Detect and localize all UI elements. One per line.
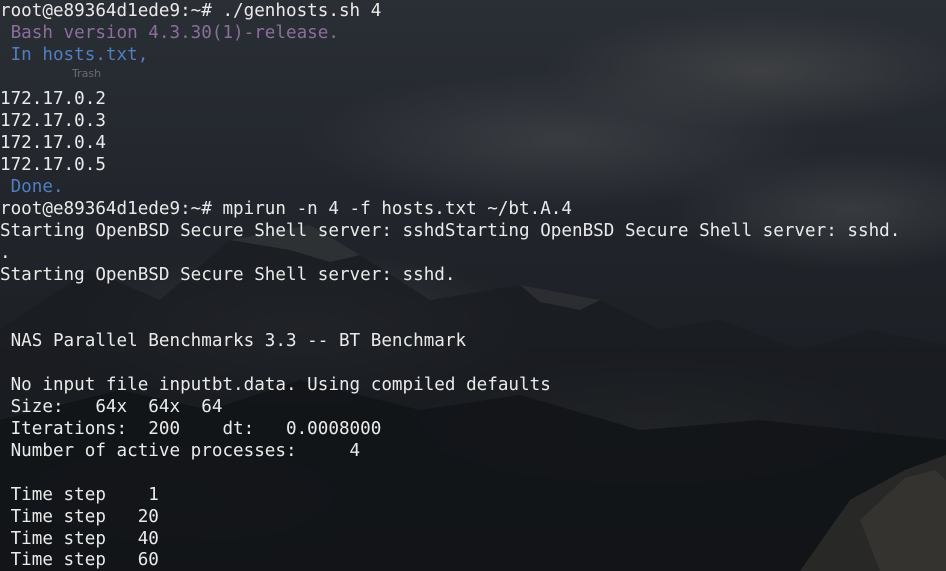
terminal-line-dot: . <box>0 243 11 263</box>
terminal-line-time-step-1: Time step 1 <box>0 485 159 505</box>
terminal-line-prompt-genhosts: root@e89364d1ede9:~# ./genhosts.sh 4 <box>0 1 382 21</box>
terminal-line-done: Done. <box>0 177 64 197</box>
terminal-line-bash-version: Bash version 4.3.30(1)-release. <box>0 23 339 43</box>
terminal-line-time-step-40: Time step 40 <box>0 529 159 549</box>
terminal-line-host-4: 172.17.0.5 <box>0 155 106 175</box>
terminal-line-host-2: 172.17.0.3 <box>0 111 106 131</box>
terminal-line-input-file: No input file inputbt.data. Using compil… <box>0 375 551 395</box>
terminal-line-processes: Number of active processes: 4 <box>0 441 361 461</box>
terminal-line-host-1: 172.17.0.2 <box>0 89 106 109</box>
terminal-line-size: Size: 64x 64x 64 <box>0 397 223 417</box>
terminal-line-time-step-60: Time step 60 <box>0 550 159 570</box>
terminal-line-nas-header: NAS Parallel Benchmarks 3.3 -- BT Benchm… <box>0 331 467 351</box>
terminal-line-time-step-20: Time step 20 <box>0 507 159 527</box>
terminal-line-host-3: 172.17.0.4 <box>0 133 106 153</box>
terminal-line-prompt-mpirun: root@e89364d1ede9:~# mpirun -n 4 -f host… <box>0 199 572 219</box>
terminal-line-iterations: Iterations: 200 dt: 0.0008000 <box>0 419 382 439</box>
terminal-line-sshd-1: Starting OpenBSD Secure Shell server: ss… <box>0 221 901 241</box>
terminal-line-hosts-info: In hosts.txt, <box>0 45 149 65</box>
terminal-line-sshd-2: Starting OpenBSD Secure Shell server: ss… <box>0 265 456 285</box>
terminal-output[interactable]: root@e89364d1ede9:~# ./genhosts.sh 4 Bas… <box>0 0 946 571</box>
